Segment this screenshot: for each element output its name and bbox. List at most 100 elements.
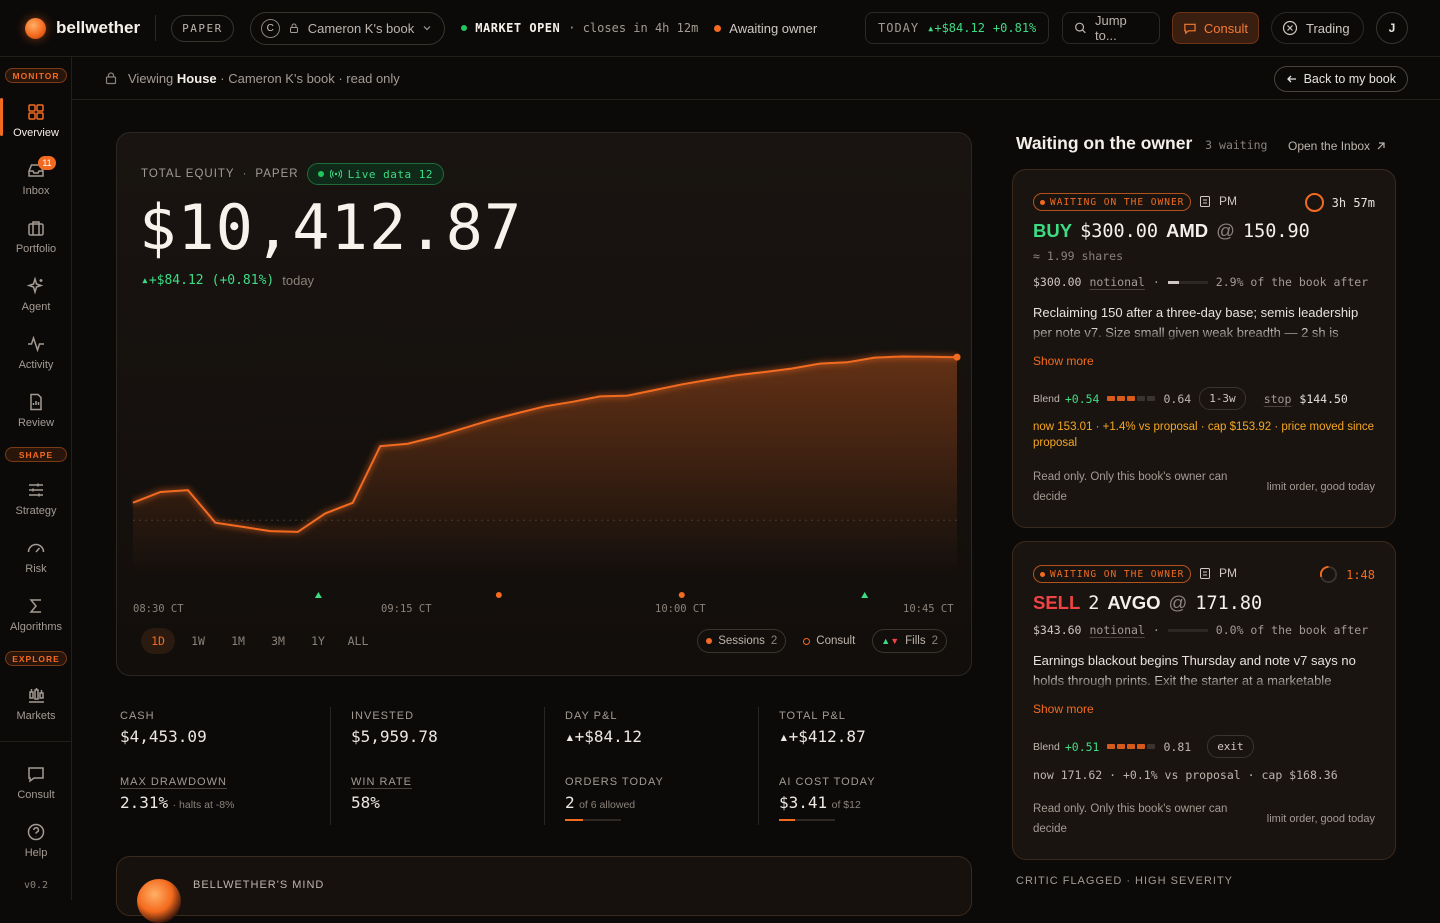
viewing-bar: Viewing House · Cameron K's book · read …: [72, 57, 1440, 100]
sidebar-item-inbox[interactable]: 11 Inbox: [0, 154, 72, 208]
order-price: 150.90: [1242, 221, 1310, 242]
bellwethers-mind-card[interactable]: BELLWETHER'S MIND: [116, 856, 972, 923]
range-1y[interactable]: 1Y: [301, 628, 335, 654]
confidence-segment: [1147, 744, 1156, 749]
order-side: SELL: [1033, 592, 1081, 613]
book-after-bar: [1167, 280, 1208, 284]
sidebar-item-label: Help: [24, 847, 48, 859]
confidence-segment: [1147, 396, 1156, 401]
stat-max-drawdown[interactable]: MAX DRAWDOWN 2.31% · halts at -8%: [120, 776, 320, 813]
orders-progress-bar: [565, 819, 621, 821]
brand-name: bellwether: [56, 18, 141, 37]
owner-status: Awaiting owner: [729, 20, 818, 36]
consult-button[interactable]: Consult: [1172, 12, 1259, 44]
back-to-my-book-button[interactable]: Back to my book: [1273, 66, 1408, 92]
stat-value-row: 2 of 6 allowed: [565, 793, 765, 813]
read-only-note: Read only. Only this book's owner can de…: [1033, 803, 1228, 835]
fills-triangles-icon: ▲▼: [881, 636, 900, 646]
sidebar-item-consult[interactable]: Consult: [0, 758, 72, 812]
consult-marker[interactable]: [495, 592, 502, 598]
show-more-link[interactable]: Show more: [1033, 702, 1094, 716]
range-1m[interactable]: 1M: [221, 628, 255, 654]
order-at: @: [1168, 592, 1188, 613]
consult-label: Consult: [1203, 20, 1248, 36]
divider: [330, 707, 331, 825]
sidebar-item-portfolio[interactable]: Portfolio: [0, 212, 72, 266]
sidebar-item-label: Algorithms: [10, 621, 62, 633]
avatar[interactable]: J: [1376, 12, 1408, 44]
briefcase-icon: [28, 221, 44, 236]
sidebar-item-review[interactable]: Review: [0, 386, 72, 440]
external-arrow-icon: [1377, 142, 1385, 150]
last-point[interactable]: [953, 353, 961, 361]
mind-orb-icon: [137, 879, 181, 923]
range-1w[interactable]: 1W: [181, 628, 215, 654]
timer-ring-icon: [1304, 193, 1324, 212]
market-status: MARKET OPEN · closes in 4h 12m Awaiting …: [461, 21, 817, 36]
sliders-icon: [29, 483, 43, 497]
book-selector[interactable]: C Cameron K's book: [249, 11, 446, 45]
blend-label: Blend: [1033, 740, 1060, 753]
sidebar-item-risk[interactable]: Risk: [0, 532, 72, 586]
confidence-segment: [1127, 744, 1136, 749]
sidebar-item-label: Markets: [16, 710, 56, 722]
sidebar-item-label: Activity: [18, 359, 54, 371]
timer-ring-icon: [1320, 565, 1338, 584]
sidebar-item-markets[interactable]: Markets: [0, 679, 72, 733]
order-rationale: Earnings blackout begins Thursday and no…: [1033, 651, 1377, 691]
horizon-pill: exit: [1207, 735, 1254, 758]
order-price: 171.80: [1195, 593, 1263, 614]
range-3m[interactable]: 3M: [261, 628, 295, 654]
sessions-dot: [706, 638, 713, 644]
notional-value: $343.60: [1033, 623, 1082, 637]
legend-consult[interactable]: Consult: [794, 629, 864, 653]
fill-marker[interactable]: [314, 592, 322, 598]
waiting-title: Waiting on the owner: [1016, 133, 1193, 153]
sidebar-item-algorithms[interactable]: Algorithms: [0, 590, 72, 644]
confidence-segment: [1137, 396, 1146, 401]
show-more-link[interactable]: Show more: [1033, 354, 1094, 368]
sidebar-item-activity[interactable]: Activity: [0, 328, 72, 382]
equity-label: TOTAL EQUITY: [141, 168, 235, 180]
range-all[interactable]: ALL: [341, 628, 375, 654]
live-dot: [317, 171, 324, 177]
trading-toggle[interactable]: Trading: [1271, 12, 1364, 44]
range-1d[interactable]: 1D: [141, 628, 175, 654]
tag-dot: [1040, 199, 1045, 205]
legend-fills[interactable]: ▲▼ Fills 2: [872, 629, 947, 653]
grid-icon: [28, 104, 44, 120]
sidebar-item-agent[interactable]: Agent: [0, 270, 72, 324]
orders-progress-fill: [565, 819, 584, 821]
sidebar-item-overview[interactable]: Overview: [0, 96, 72, 150]
mind-title: BELLWETHER'S MIND: [193, 879, 325, 891]
live-data-badge[interactable]: Live data 12: [306, 163, 445, 185]
blend-row: Blend +0.51 0.81 exit: [1033, 735, 1254, 758]
stat-value: $3.41: [779, 793, 828, 812]
today-label: TODAY: [878, 21, 920, 35]
equity-card: TOTAL EQUITY · PAPER Live data 12 $10,41…: [116, 132, 972, 676]
fill-marker[interactable]: [861, 592, 869, 598]
waiting-tag: WAITING ON THE OWNER: [1033, 565, 1192, 583]
open-inbox-link[interactable]: Open the Inbox: [1288, 139, 1386, 153]
consult-marker[interactable]: [678, 592, 685, 598]
today-value: ▴+$84.12: [927, 21, 985, 35]
order-line: SELL 2 AVGO @ 171.80: [1033, 592, 1262, 614]
stat-label: TOTAL P&L: [779, 710, 846, 722]
brand-logo[interactable]: bellwether: [25, 17, 141, 39]
section-monitor: MONITOR: [5, 68, 67, 83]
jump-search[interactable]: Jump to...: [1062, 12, 1160, 44]
legend-sessions-count: 2: [770, 635, 778, 647]
legend-sessions[interactable]: Sessions 2: [697, 629, 787, 653]
role-label: PM: [1219, 566, 1237, 580]
blend-value: +0.54: [1064, 391, 1100, 406]
search-placeholder: Jump to...: [1095, 13, 1127, 43]
sidebar-item-strategy[interactable]: Strategy: [0, 474, 72, 528]
confidence-segments: [1107, 396, 1156, 401]
equity-chart[interactable]: [131, 313, 961, 613]
owner-status-dot: [714, 24, 722, 32]
sidebar-item-help[interactable]: Help: [0, 816, 72, 870]
book-initial: C: [260, 18, 280, 38]
chat-icon: [1184, 23, 1196, 34]
card-timer: 3h 57m: [1304, 193, 1375, 212]
stat-win-rate[interactable]: WIN RATE 58%: [351, 776, 551, 812]
